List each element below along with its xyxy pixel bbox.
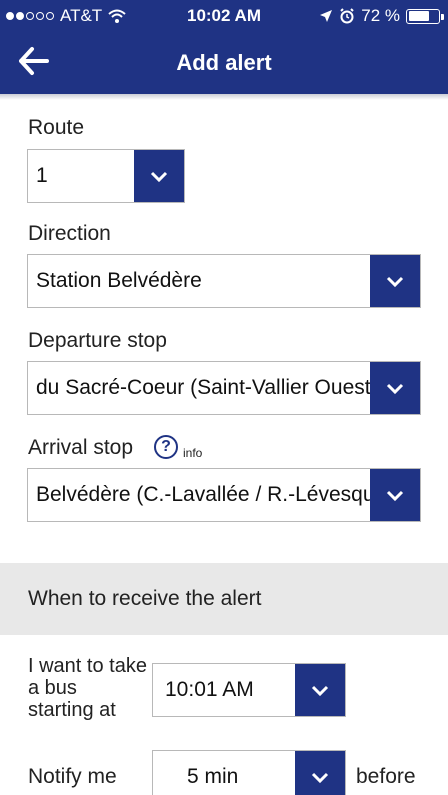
notify-label: Notify me [28, 765, 117, 788]
departure-stop-label: Departure stop [28, 329, 167, 352]
header-shadow [0, 94, 448, 100]
start-time-dropdown-button[interactable] [295, 664, 345, 716]
notify-select[interactable]: 5 min [152, 750, 346, 795]
arrival-stop-label: Arrival stop [28, 436, 134, 459]
chevron-down-icon [311, 685, 329, 697]
direction-label: Direction [28, 222, 111, 245]
alert-timing-section-header: When to receive the alert [0, 563, 448, 635]
departure-stop-value: du Sacré-Coeur (Saint-Vallier Ouest) [36, 376, 378, 399]
help-icon[interactable]: ? [154, 435, 178, 459]
notify-value: 5 min [187, 765, 239, 788]
direction-select[interactable]: Station Belvédère [27, 254, 421, 308]
route-value: 1 [36, 164, 48, 187]
route-dropdown-button[interactable] [134, 150, 184, 202]
status-right: 72 % [319, 6, 444, 26]
start-time-label: I want to take a bus starting at [28, 655, 147, 721]
direction-dropdown-button[interactable] [370, 255, 420, 307]
direction-value: Station Belvédère [36, 269, 202, 292]
location-arrow-icon [320, 10, 333, 22]
notify-dropdown-button[interactable] [295, 751, 345, 795]
chevron-down-icon [386, 383, 404, 395]
notify-suffix: before [356, 765, 416, 788]
battery-icon [406, 8, 444, 24]
arrival-stop-dropdown-button[interactable] [370, 469, 420, 521]
start-time-value: 10:01 AM [165, 678, 254, 701]
start-time-select[interactable]: 10:01 AM [152, 663, 346, 717]
alarm-clock-icon [340, 8, 354, 24]
section-title: When to receive the alert [28, 587, 262, 610]
departure-stop-select[interactable]: du Sacré-Coeur (Saint-Vallier Ouest) [27, 361, 421, 415]
arrival-stop-value: Belvédère (C.-Lavallée / R.-Lévesque) [36, 483, 394, 506]
arrival-stop-select[interactable]: Belvédère (C.-Lavallée / R.-Lévesque) [27, 468, 421, 522]
info-link[interactable]: info [183, 446, 202, 460]
departure-stop-dropdown-button[interactable] [370, 362, 420, 414]
battery-percent: 72 % [361, 6, 400, 25]
chevron-down-icon [386, 490, 404, 502]
page-title: Add alert [176, 50, 272, 75]
chevron-down-icon [150, 171, 168, 183]
route-label: Route [28, 116, 85, 139]
battery-fill [408, 11, 430, 21]
chevron-down-icon [311, 772, 329, 784]
app-header: Add alert [0, 32, 448, 94]
status-bar: AT&T 10:02 AM 72 % [0, 0, 448, 32]
route-select[interactable]: 1 [27, 149, 185, 203]
chevron-down-icon [386, 276, 404, 288]
